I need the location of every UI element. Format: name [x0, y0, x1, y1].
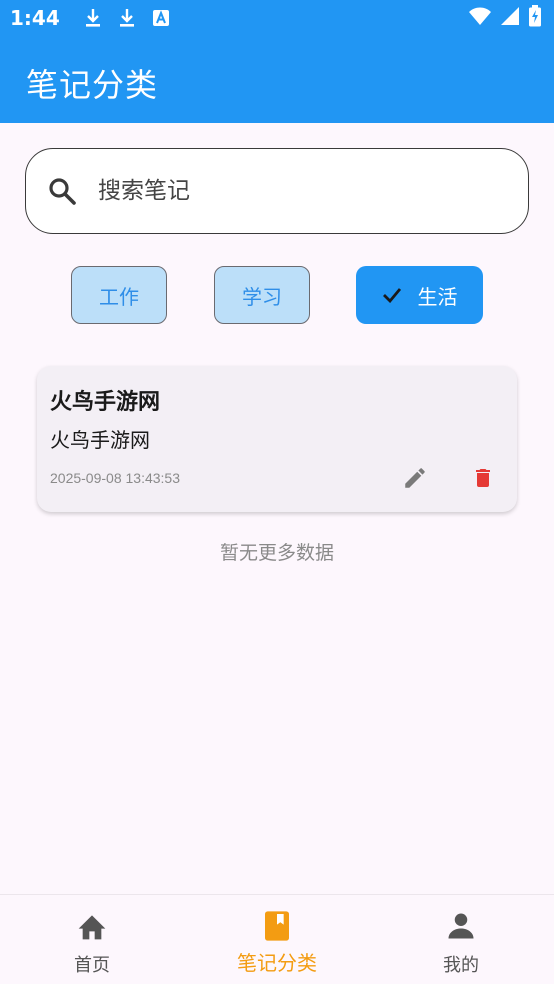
search-icon [46, 175, 78, 207]
page-title: 笔记分类 [26, 66, 159, 104]
battery-icon [528, 5, 542, 31]
category-chip-label: 生活 [417, 284, 458, 309]
nav-label: 首页 [74, 955, 110, 976]
category-chip-label: 工作 [99, 284, 139, 309]
note-timestamp: 2025-09-08 13:43:53 [50, 470, 180, 486]
nav-item-profile[interactable]: 我的 [391, 895, 531, 984]
bottom-nav: 首页 笔记分类 我的 [0, 894, 554, 984]
search-input[interactable] [98, 178, 478, 204]
note-content: 火鸟手游网 [50, 428, 150, 452]
nav-label: 我的 [443, 955, 479, 976]
check-icon [382, 287, 402, 303]
category-chip-study[interactable]: 学习 [214, 266, 310, 324]
category-chip-work[interactable]: 工作 [71, 266, 167, 324]
nav-label: 笔记分类 [237, 951, 317, 975]
wifi-icon [468, 6, 492, 30]
text-a-icon [150, 7, 172, 29]
book-icon [260, 909, 294, 943]
status-bar: 1:44 [0, 0, 554, 36]
nav-item-home[interactable]: 首页 [22, 895, 162, 984]
category-chip-label: 学习 [242, 284, 282, 309]
delete-icon[interactable] [469, 464, 497, 492]
download-icon [116, 7, 138, 29]
signal-icon [500, 6, 520, 30]
app-header: 1:44 笔记分类 [0, 0, 554, 123]
status-time: 1:44 [10, 6, 60, 30]
note-card[interactable]: 火鸟手游网 火鸟手游网 2025-09-08 13:43:53 [37, 366, 517, 512]
download-icon [82, 7, 104, 29]
status-right [468, 5, 542, 31]
home-icon [75, 909, 109, 943]
note-title: 火鸟手游网 [50, 390, 161, 415]
person-icon [444, 909, 478, 943]
edit-icon[interactable] [401, 464, 429, 492]
search-box[interactable] [25, 148, 529, 234]
nav-item-note-categories[interactable]: 笔记分类 [207, 895, 347, 984]
category-chip-life[interactable]: 生活 [356, 266, 483, 324]
list-footer: 暂无更多数据 [219, 542, 334, 564]
